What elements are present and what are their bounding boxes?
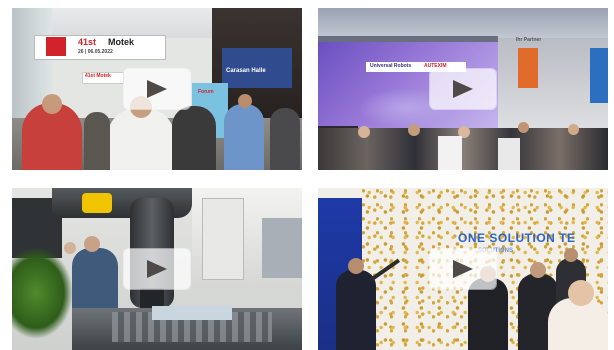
play-button[interactable]	[124, 69, 190, 109]
motek-logo	[46, 37, 66, 56]
video-thumbnail-robot-demo[interactable]	[12, 188, 302, 350]
video-thumbnail-booth-crowd[interactable]: Universal Robots AUTEXIM Ihr Partner	[318, 8, 608, 170]
hall-sign-text: Carasan Halle	[226, 68, 266, 74]
play-icon	[147, 80, 167, 98]
video-thumbnail-stage-opening[interactable]: ONE SOLUTION TE SOLUTIONS	[318, 188, 608, 350]
hall-banner: Ihr Partner	[516, 37, 542, 43]
motek-brand: Motek	[108, 37, 135, 47]
robot-joint-yellow	[82, 193, 112, 213]
play-icon	[147, 260, 167, 278]
motek-edition: 41st	[78, 37, 97, 47]
motek-far-sign: 41st Motek	[85, 73, 111, 79]
play-button[interactable]	[124, 249, 190, 289]
play-button[interactable]	[430, 249, 496, 289]
motek-date: 26 | 06.05.2022	[78, 49, 113, 55]
booth-sign-left: Universal Robots	[370, 63, 412, 69]
stage-wall-text: ONE SOLUTION TE	[458, 231, 576, 245]
play-button[interactable]	[430, 69, 496, 109]
play-icon	[453, 260, 473, 278]
forum-screen-text: Forum	[198, 89, 214, 95]
play-icon	[453, 80, 473, 98]
video-thumbnail-hall-entrance[interactable]: Carasan Halle 41st Motek 26 | 06.05.2022…	[12, 8, 302, 170]
